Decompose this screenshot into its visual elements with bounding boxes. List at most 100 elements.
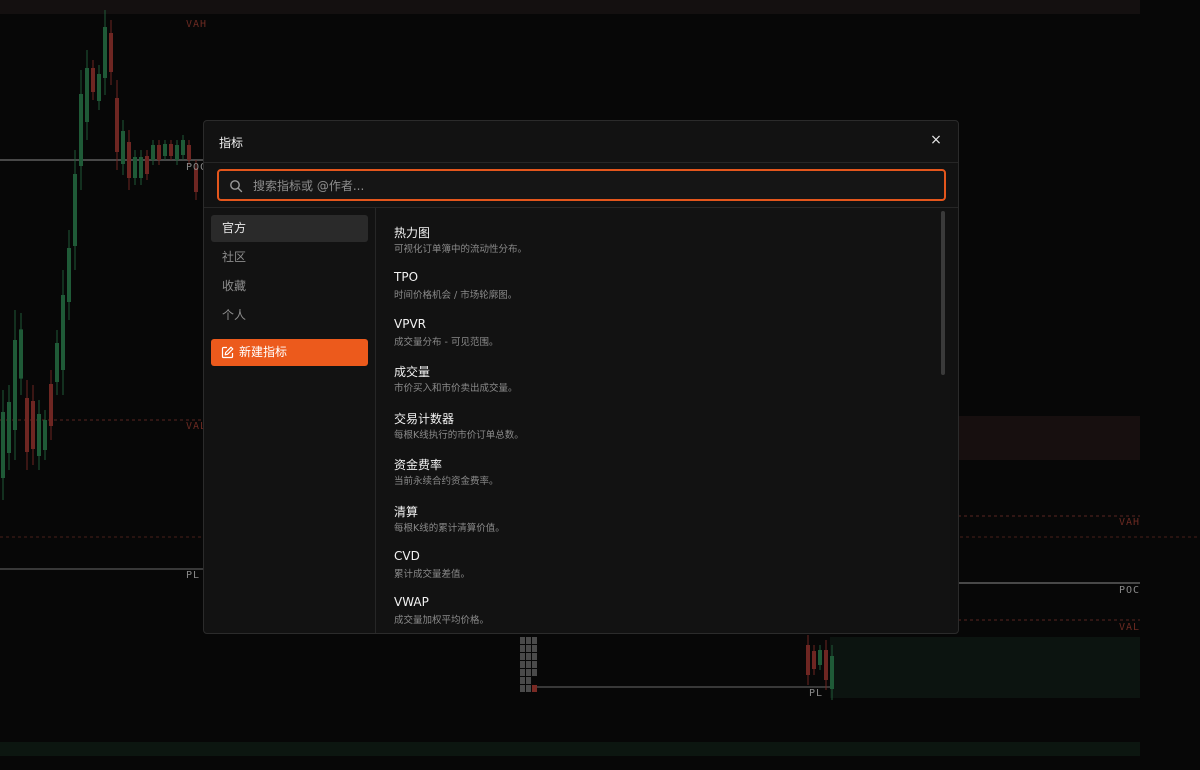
candle-body xyxy=(163,144,167,156)
list-scrollbar[interactable] xyxy=(941,211,945,375)
candle-body xyxy=(97,74,101,101)
indicator-item-vwap[interactable]: VWAP 成交量加权平均价格。 xyxy=(394,585,934,629)
profile-cell xyxy=(520,661,525,668)
candle-body xyxy=(49,384,53,426)
profile-cell xyxy=(526,677,531,684)
candle-body xyxy=(103,27,107,78)
candle-body xyxy=(91,68,95,92)
indicator-item-trade-counter[interactable]: 交易计数器 每根K线执行的市价订单总数。 xyxy=(394,400,934,444)
indicator-item-tpo[interactable]: TPO 时间价格机会 / 市场轮廓图。 xyxy=(394,260,934,304)
candle-body xyxy=(830,656,834,689)
candle-body xyxy=(157,145,161,160)
edit-icon xyxy=(221,346,234,359)
candle-body xyxy=(73,174,77,246)
indicator-title: 成交量 xyxy=(394,365,431,379)
candle-body xyxy=(67,248,71,302)
sidebar-item-official[interactable]: 官方 xyxy=(211,215,368,242)
indicator-title: VPVR xyxy=(394,317,426,331)
candle-body xyxy=(25,398,29,452)
candle-body xyxy=(187,145,191,160)
indicator-description: 时间价格机会 / 市场轮廓图。 xyxy=(394,290,518,301)
search-input[interactable] xyxy=(251,171,935,201)
sidebar-item-community[interactable]: 社区 xyxy=(211,244,368,271)
dialog-title: 指标 xyxy=(219,136,244,150)
profile-cell xyxy=(532,669,537,676)
indicator-description: 每根K线执行的市价订单总数。 xyxy=(394,430,524,441)
profile-cell xyxy=(532,685,537,692)
candle-body xyxy=(127,142,131,178)
candle-body xyxy=(13,340,17,430)
volume-profile-mini xyxy=(520,637,537,692)
profile-cell xyxy=(520,637,525,644)
indicator-title: 清算 xyxy=(394,505,419,519)
indicator-description: 市价买入和市价卖出成交量。 xyxy=(394,383,518,394)
candle-body xyxy=(824,650,828,680)
indicator-description: 成交量加权平均价格。 xyxy=(394,615,490,626)
profile-cell xyxy=(520,685,525,692)
indicator-title: 热力图 xyxy=(394,226,431,240)
profile-cell xyxy=(526,661,531,668)
candle-body xyxy=(1,412,5,478)
new-indicator-button[interactable]: 新建指标 xyxy=(211,339,368,366)
val-label-right: VAL xyxy=(1119,622,1141,633)
category-sidebar: 官方 社区 收藏 个人 新建指标 xyxy=(204,208,376,633)
search-box[interactable] xyxy=(217,169,946,201)
candle-body xyxy=(139,157,143,178)
indicator-description: 可视化订单簿中的流动性分布。 xyxy=(394,244,528,255)
candle-body xyxy=(181,140,185,155)
candle-body xyxy=(37,414,41,456)
candle-body xyxy=(79,94,83,166)
indicator-title: VWAP xyxy=(394,595,429,609)
candle-body xyxy=(61,295,65,370)
indicator-item-volume[interactable]: 成交量 市价买入和市价卖出成交量。 xyxy=(394,353,934,397)
value-area-band-bottom xyxy=(830,637,1140,698)
candle-body xyxy=(19,329,23,379)
indicator-title: 交易计数器 xyxy=(394,412,455,426)
candle-body xyxy=(169,144,173,156)
indicator-item-heatmap[interactable]: 热力图 可视化订单簿中的流动性分布。 xyxy=(394,214,934,258)
value-area-band-right xyxy=(958,416,1140,460)
search-icon xyxy=(230,180,243,193)
candle-body xyxy=(175,145,179,160)
candle-body xyxy=(115,98,119,152)
dialog-header: 指标 × xyxy=(204,121,958,163)
sidebar-item-personal[interactable]: 个人 xyxy=(211,302,368,329)
indicator-list: 热力图 可视化订单簿中的流动性分布。 TPO 时间价格机会 / 市场轮廓图。 V… xyxy=(377,208,947,633)
profile-cell xyxy=(520,669,525,676)
candle-body xyxy=(55,343,59,382)
candle-body xyxy=(121,131,125,164)
close-button[interactable]: × xyxy=(928,132,944,148)
profile-cell xyxy=(532,645,537,652)
profile-cell xyxy=(532,661,537,668)
candle-body xyxy=(151,145,155,160)
profile-cell xyxy=(526,653,531,660)
indicator-description: 当前永续合约资金费率。 xyxy=(394,476,499,487)
indicator-description: 成交量分布 - 可见范围。 xyxy=(394,337,499,348)
candle-body xyxy=(43,420,47,450)
profile-cell xyxy=(520,677,525,684)
profile-cell xyxy=(526,669,531,676)
profile-cell xyxy=(526,645,531,652)
pl-label-mid: PL xyxy=(809,688,824,699)
candle-body xyxy=(145,156,149,174)
candle-body xyxy=(812,651,816,669)
profile-cell xyxy=(532,653,537,660)
indicator-item-cvd[interactable]: CVD 累计成交量差值。 xyxy=(394,539,934,583)
close-icon: × xyxy=(930,132,942,148)
indicator-item-liquidations[interactable]: 清算 每根K线的累计清算价值。 xyxy=(394,493,934,537)
candle-body xyxy=(818,650,822,665)
indicator-item-vpvr[interactable]: VPVR 成交量分布 - 可见范围。 xyxy=(394,307,934,351)
poc-label-right: POC xyxy=(1119,585,1141,596)
sidebar-item-favorites[interactable]: 收藏 xyxy=(211,273,368,300)
bottom-band xyxy=(0,742,1140,756)
indicator-description: 累计成交量差值。 xyxy=(394,569,471,580)
indicator-item-funding-rate[interactable]: 资金费率 当前永续合约资金费率。 xyxy=(394,446,934,490)
dialog-body: 官方 社区 收藏 个人 新建指标 热力图 可视化订单簿中的流动性分布。 TPO … xyxy=(204,207,958,633)
indicator-title: CVD xyxy=(394,549,420,563)
profile-cell xyxy=(520,645,525,652)
new-indicator-label: 新建指标 xyxy=(239,345,288,359)
candle-body xyxy=(806,645,810,675)
top-band xyxy=(0,0,1140,14)
candle-body xyxy=(31,401,35,449)
profile-cell xyxy=(526,637,531,644)
